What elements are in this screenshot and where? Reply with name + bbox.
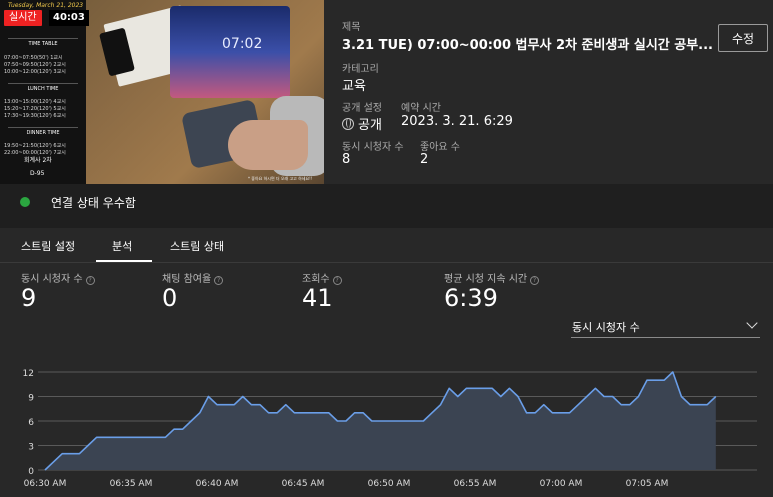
privacy-label: 공개 설정	[342, 103, 382, 114]
x-tick-label: 06:40 AM	[196, 479, 239, 489]
timetable-row: 17:30~19:30(120') 6교시	[4, 113, 66, 119]
timetable-row: 07:50~09:50(120') 2교시	[4, 62, 66, 68]
x-tick-label: 07:05 AM	[626, 479, 669, 489]
lunch-title: LUNCH TIME	[8, 83, 78, 92]
timetable-title: TIME TABLE	[8, 38, 78, 47]
exam-name: 회계사 2차	[24, 157, 52, 164]
timetable-row: 10:00~12:00(120') 3교시	[4, 69, 66, 75]
timetable-row: 13:00~15:00(120') 4교시	[4, 99, 66, 105]
dday-count: D-95	[30, 170, 45, 177]
live-badge: 실시간	[4, 10, 42, 26]
stream-preview-thumbnail[interactable]: 07:02 Tuesday, March 21, 2023 TIME TABLE…	[0, 0, 324, 184]
analytics-panel: 스트림 설정 분석 스트림 상태 동시 시청자 수? 9 채팅 참여율? 0 조…	[0, 228, 773, 497]
concurrent-viewers-chart: 0 3 6 9 12 06:30 AM 06:35 AM 06:40 AM 06:45 AM 06…	[23, 369, 757, 489]
timetable-row: 19:50~21:50(120') 6교시	[4, 143, 66, 149]
privacy-text: 공개	[358, 118, 382, 133]
scheduled-value: 2023. 3. 21. 6:29	[401, 114, 513, 129]
timetable-row: 07:00~07:50(50') 1교시	[4, 55, 63, 61]
category-value: 교육	[342, 79, 366, 94]
category-label: 카테고리	[342, 64, 379, 75]
stream-title: 3.21 TUE) 07:00~00:00 법무사 2차 준비생과 실시간 공부…	[342, 38, 713, 53]
thumbnail-monitor: 07:02	[170, 6, 290, 98]
live-duration: 40:03	[49, 10, 89, 26]
likes-value: 2	[420, 152, 429, 167]
connection-status-text: 연결 상태 우수함	[51, 196, 136, 210]
thumbnail-note: * 좋아요 하시면 더 오래 고고 하세요!!	[248, 176, 313, 181]
likes-label: 좋아요 수	[420, 142, 460, 153]
globe-icon	[342, 118, 354, 130]
x-tick-label: 07:00 AM	[540, 479, 583, 489]
y-tick-label: 9	[28, 394, 34, 404]
x-tick-label: 06:50 AM	[368, 479, 411, 489]
scheduled-label: 예약 시간	[401, 103, 441, 114]
timetable-row: 15:20~17:20(120') 5교시	[4, 106, 66, 112]
edit-button[interactable]: 수정	[718, 24, 768, 52]
dinner-title: DINNER TIME	[8, 127, 78, 136]
thumbnail-hand	[228, 120, 308, 170]
y-tick-label: 6	[28, 418, 34, 428]
connection-status-dot	[20, 197, 30, 207]
concurrent-label: 동시 시청자 수	[342, 142, 404, 153]
title-label: 제목	[342, 22, 361, 33]
banner-date: Tuesday, March 21, 2023	[8, 2, 84, 9]
y-tick-label: 12	[23, 369, 34, 379]
x-tick-label: 06:45 AM	[282, 479, 325, 489]
y-tick-label: 0	[28, 467, 34, 477]
privacy-value: 공개	[342, 114, 382, 133]
x-tick-label: 06:55 AM	[454, 479, 497, 489]
monitor-clock: 07:02	[222, 36, 263, 52]
x-tick-label: 06:30 AM	[24, 479, 67, 489]
timetable-overlay: Tuesday, March 21, 2023 TIME TABLE 07:00…	[0, 0, 86, 184]
concurrent-value: 8	[342, 152, 351, 167]
x-tick-label: 06:35 AM	[110, 479, 153, 489]
connection-status-bar: 연결 상태 우수함	[0, 184, 773, 220]
stream-info-panel: 07:02 Tuesday, March 21, 2023 TIME TABLE…	[0, 0, 773, 184]
y-tick-label: 3	[28, 443, 34, 453]
